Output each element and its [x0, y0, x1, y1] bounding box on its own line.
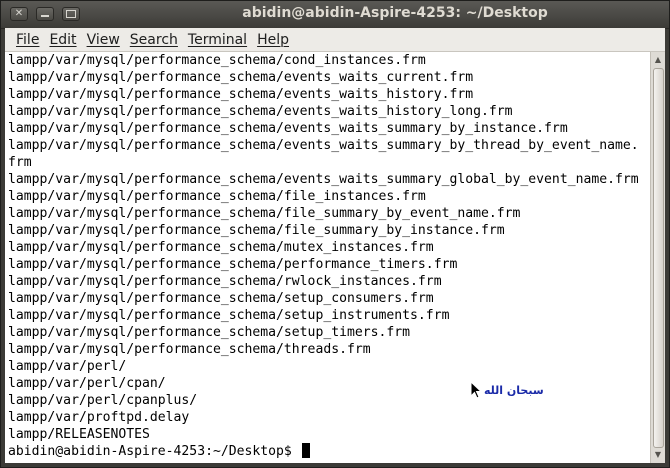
- output-line: lampp/var/mysql/performance_schema/mutex…: [8, 240, 434, 255]
- output-line: lampp/var/mysql/performance_schema/file_…: [8, 223, 505, 238]
- output-line: lampp/var/mysql/performance_schema/file_…: [8, 189, 426, 204]
- menu-search[interactable]: Search: [130, 32, 178, 48]
- output-line: lampp/var/mysql/performance_schema/event…: [8, 172, 639, 187]
- output-line: lampp/var/mysql/performance_schema/event…: [8, 138, 639, 153]
- menu-bar: File Edit View Search Terminal Help: [5, 28, 665, 52]
- shell-prompt: abidin@abidin-Aspire-4253:~/Desktop$: [8, 444, 300, 459]
- output-line: frm: [8, 155, 32, 170]
- output-line: lampp/RELEASENOTES: [8, 427, 150, 442]
- output-line: lampp/var/perl/: [8, 359, 127, 374]
- terminal-output[interactable]: lampp/var/mysql/performance_schema/cond_…: [5, 52, 650, 463]
- output-line: lampp/var/mysql/performance_schema/setup…: [8, 291, 434, 306]
- output-line: lampp/var/perl/cpan/: [8, 376, 166, 391]
- scroll-down-icon[interactable]: ▼: [652, 449, 664, 461]
- output-line: lampp/var/mysql/performance_schema/cond_…: [8, 53, 426, 68]
- menu-file[interactable]: File: [16, 32, 39, 48]
- scrollbar-thumb[interactable]: [653, 68, 664, 448]
- vertical-scrollbar[interactable]: ▲ ▼: [650, 52, 665, 463]
- output-line: lampp/var/mysql/performance_schema/event…: [8, 87, 474, 102]
- output-line: lampp/var/mysql/performance_schema/threa…: [8, 342, 371, 357]
- output-line: lampp/var/proftpd.delay: [8, 410, 190, 425]
- output-line: lampp/var/mysql/performance_schema/event…: [8, 121, 568, 136]
- output-line: lampp/var/perl/cpanplus/: [8, 393, 198, 408]
- output-line: lampp/var/mysql/performance_schema/event…: [8, 104, 513, 119]
- menu-help[interactable]: Help: [257, 32, 289, 48]
- prompt-line[interactable]: abidin@abidin-Aspire-4253:~/Desktop$: [5, 443, 650, 460]
- output-line: lampp/var/mysql/performance_schema/setup…: [8, 308, 450, 323]
- output-line: lampp/var/mysql/performance_schema/perfo…: [8, 257, 458, 272]
- output-line: lampp/var/mysql/performance_schema/file_…: [8, 206, 521, 221]
- scroll-up-icon[interactable]: ▲: [652, 54, 664, 66]
- output-line: lampp/var/mysql/performance_schema/rwloc…: [8, 274, 442, 289]
- title-bar[interactable]: ✕ abidin@abidin-Aspire-4253: ~/Desktop: [1, 1, 669, 29]
- window-title: abidin@abidin-Aspire-4253: ~/Desktop: [242, 5, 548, 21]
- menu-view[interactable]: View: [87, 32, 120, 48]
- arabic-overlay-text: سبحان الله: [484, 384, 544, 397]
- output-line: lampp/var/mysql/performance_schema/event…: [8, 70, 474, 85]
- terminal-window: ✕ abidin@abidin-Aspire-4253: ~/Desktop F…: [0, 0, 670, 468]
- output-line: lampp/var/mysql/performance_schema/setup…: [8, 325, 411, 340]
- menu-edit[interactable]: Edit: [49, 32, 76, 48]
- text-cursor: [301, 443, 310, 458]
- mouse-pointer-icon: [470, 381, 482, 399]
- menu-terminal[interactable]: Terminal: [188, 32, 247, 48]
